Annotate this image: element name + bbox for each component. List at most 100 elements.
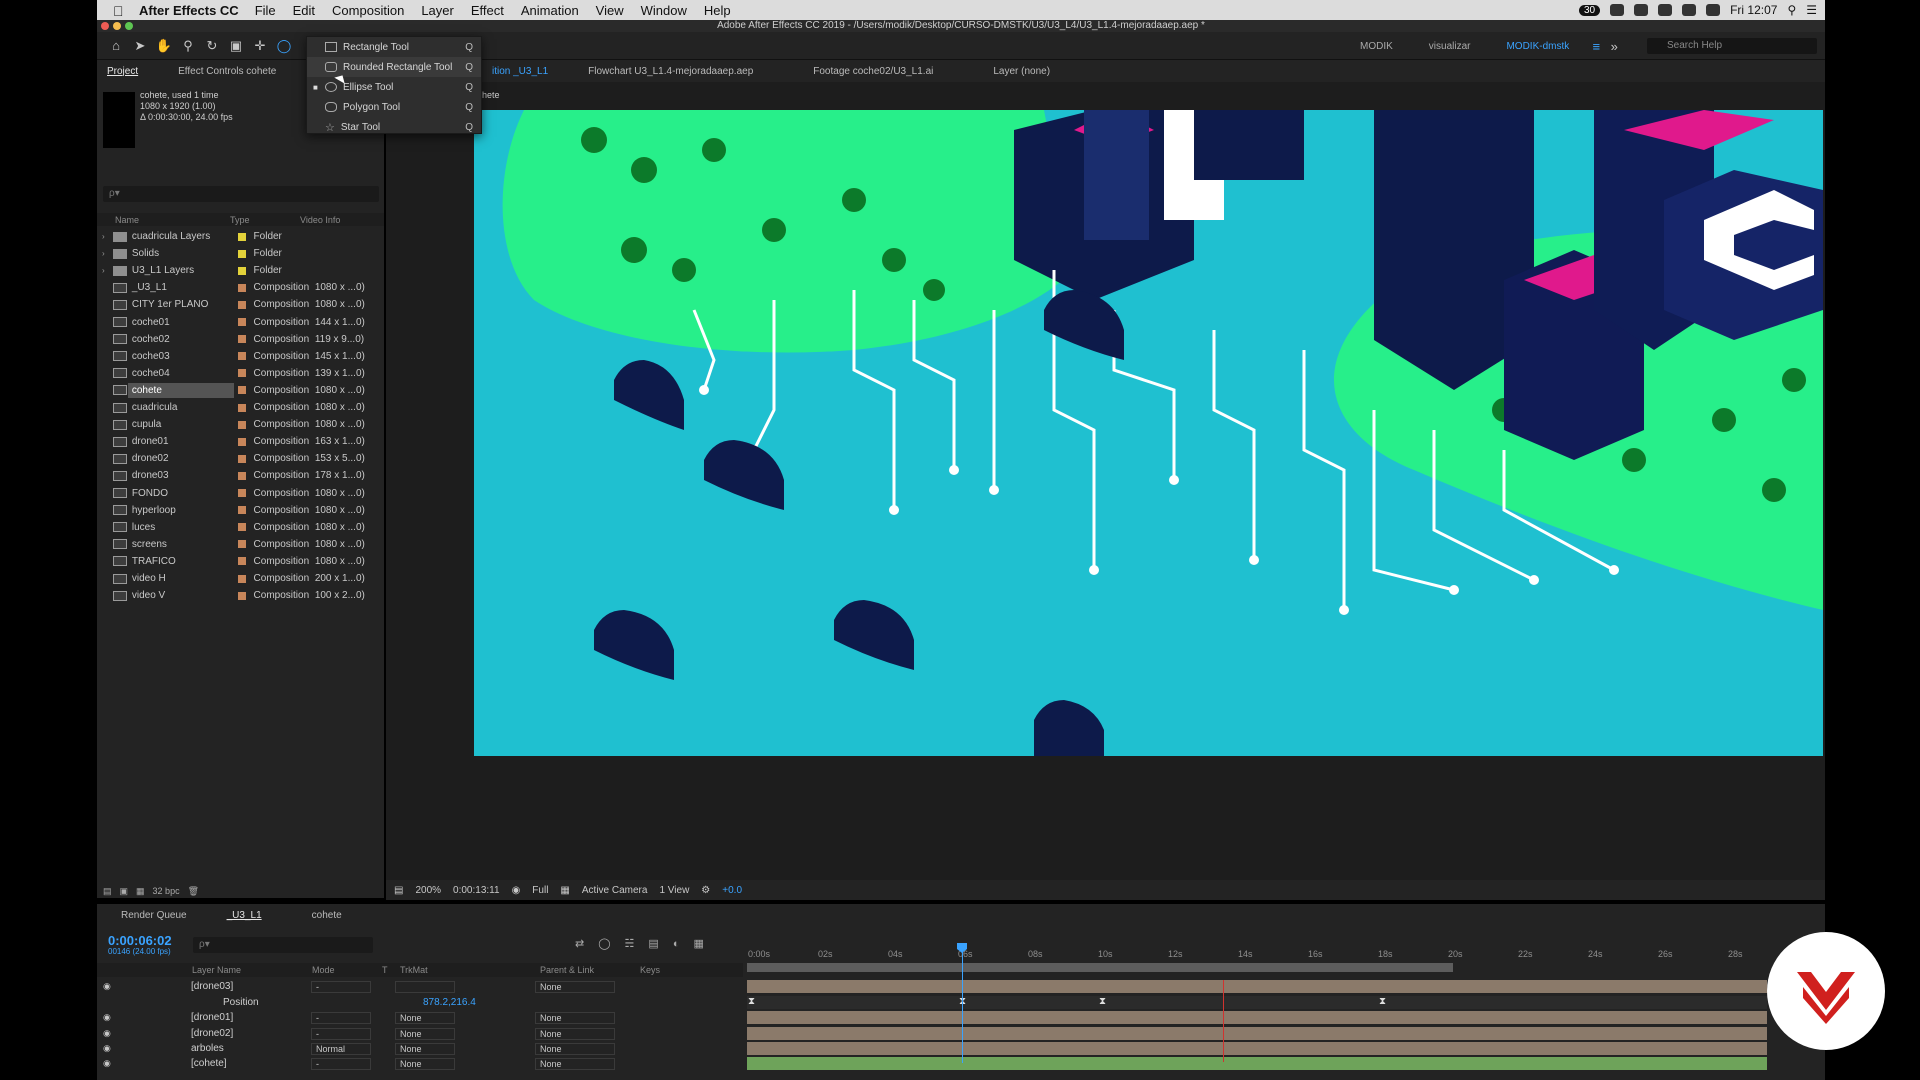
menu-layer[interactable]: Layer	[421, 3, 454, 18]
project-item-row[interactable]: CITY 1er PLANO Composition 1080 x ...0)	[97, 296, 384, 313]
rotate-tool-icon[interactable]: ↻	[203, 37, 221, 55]
label-color-swatch[interactable]	[237, 352, 246, 361]
project-item-row[interactable]: luces Composition 1080 x ...0)	[97, 519, 384, 536]
ellipse-tool-icon[interactable]: ◯	[275, 37, 293, 55]
layer-name[interactable]: [drone02]	[191, 1028, 311, 1039]
parent-dropdown[interactable]: None	[535, 1057, 615, 1070]
label-color-swatch[interactable]	[237, 557, 246, 566]
keyframe-icon[interactable]: ⧗	[1379, 997, 1387, 1007]
keyframe-icon[interactable]: ⧗	[748, 997, 756, 1007]
motion-blur-icon[interactable]: ◐	[673, 938, 680, 950]
layer-name[interactable]: [cohete]	[191, 1058, 311, 1069]
expand-arrow-icon[interactable]: ›	[102, 266, 105, 275]
project-item-row[interactable]: screens Composition 1080 x ...0)	[97, 536, 384, 553]
layer-name[interactable]: [drone03]	[191, 981, 311, 992]
project-item-row[interactable]: drone03 Composition 178 x 1...0)	[97, 467, 384, 484]
trkmat-dropdown[interactable]: None	[395, 1027, 455, 1040]
label-color-swatch[interactable]	[237, 574, 246, 583]
label-color-swatch[interactable]	[237, 591, 246, 600]
menu-view[interactable]: View	[596, 3, 624, 18]
app-menu[interactable]: After Effects CC	[139, 3, 239, 18]
camera-tool-icon[interactable]: ▣	[227, 37, 245, 55]
current-time[interactable]: 0:00:13:11	[453, 885, 500, 896]
notification-badge[interactable]: 30	[1578, 4, 1601, 16]
spotlight-icon[interactable]: ⚲	[1787, 3, 1796, 17]
blend-mode-dropdown[interactable]: -	[311, 1027, 371, 1040]
layer-duration-bar[interactable]	[747, 996, 1767, 1009]
label-color-swatch[interactable]	[237, 454, 246, 463]
work-area-bar[interactable]	[747, 963, 1453, 972]
close-window-button[interactable]	[101, 22, 109, 30]
tab-composition[interactable]: ition _U3_L1	[482, 66, 558, 77]
layer-duration-bar[interactable]	[747, 1042, 1767, 1055]
clock[interactable]: Fri 12:07	[1730, 3, 1777, 17]
visibility-eye-icon[interactable]: ◉	[103, 1058, 113, 1069]
trkmat-dropdown[interactable]: None	[395, 1011, 455, 1024]
menu-rectangle-tool[interactable]: Rectangle Tool Q	[307, 37, 481, 57]
layer-duration-bar[interactable]	[747, 1057, 1767, 1070]
workspace-menu-icon[interactable]: ≡	[1587, 37, 1605, 55]
workspace-modik[interactable]: MODIK	[1360, 41, 1393, 52]
list-icon[interactable]: ☰	[1806, 3, 1817, 17]
comp-flowchart-icon[interactable]: ⇄	[575, 937, 584, 950]
project-item-row[interactable]: cuadricula Composition 1080 x ...0)	[97, 399, 384, 416]
volume-icon[interactable]	[1706, 4, 1721, 16]
new-folder-icon[interactable]: ▣	[120, 886, 129, 897]
label-color-swatch[interactable]	[237, 300, 246, 309]
property-name[interactable]: Position	[223, 997, 343, 1008]
layer-duration-bar[interactable]	[747, 980, 1767, 993]
shy-layers-icon[interactable]: ☵	[625, 937, 635, 950]
layer-duration-bar[interactable]	[747, 1011, 1767, 1024]
home-icon[interactable]: ⌂	[107, 37, 125, 55]
project-item-row[interactable]: coche03 Composition 145 x 1...0)	[97, 348, 384, 365]
project-item-row[interactable]: drone02 Composition 153 x 5...0)	[97, 450, 384, 467]
views-dropdown[interactable]: 1 View	[659, 885, 689, 896]
camera-dropdown[interactable]: Active Camera	[582, 885, 648, 896]
menu-ellipse-tool[interactable]: ■ Ellipse Tool Q	[307, 77, 481, 97]
minimize-window-button[interactable]	[113, 22, 121, 30]
selection-tool-icon[interactable]: ➤	[131, 37, 149, 55]
parent-dropdown[interactable]: None	[535, 1027, 615, 1040]
layer-duration-bar[interactable]	[747, 1027, 1767, 1040]
layer-row[interactable]: ◉ [drone02] - None None	[97, 1026, 743, 1041]
layer-name[interactable]: arboles	[191, 1043, 311, 1054]
label-color-swatch[interactable]	[237, 506, 246, 515]
cloud-icon[interactable]	[1658, 4, 1673, 16]
col-name[interactable]: Name	[115, 215, 230, 225]
blend-mode-dropdown[interactable]: -	[311, 1057, 371, 1070]
menu-file[interactable]: File	[255, 3, 276, 18]
menu-rounded-rectangle-tool[interactable]: Rounded Rectangle Tool Q	[307, 57, 481, 77]
label-color-swatch[interactable]	[237, 335, 246, 344]
blend-mode-dropdown[interactable]: -	[311, 1011, 371, 1024]
hand-tool-icon[interactable]: ✋	[155, 37, 173, 55]
expand-arrow-icon[interactable]: ›	[102, 249, 105, 258]
parent-dropdown[interactable]: None	[535, 1042, 615, 1055]
project-item-row[interactable]: coche04 Composition 139 x 1...0)	[97, 365, 384, 382]
tab-flowchart[interactable]: Flowchart U3_L1.4-mejoradaaep.aep	[578, 66, 763, 77]
time-ruler[interactable]: 0:00s 02s 04s 06s 08s 10s 12s 14s 16s 18s 20s 22s 24…	[743, 935, 1825, 963]
pan-behind-tool-icon[interactable]: ✛	[251, 37, 269, 55]
graph-editor-icon[interactable]: ▦	[693, 937, 703, 950]
creative-cloud-icon[interactable]	[1634, 4, 1649, 16]
layer-row[interactable]: ◉ [cohete] - None None	[97, 1056, 743, 1071]
menu-polygon-tool[interactable]: Polygon Tool Q	[307, 97, 481, 117]
delete-icon[interactable]: 🗑	[188, 886, 199, 897]
col-mode[interactable]: Mode	[312, 965, 382, 975]
col-type[interactable]: Type	[230, 215, 300, 225]
project-item-row[interactable]: video V Composition 100 x 2...0)	[97, 587, 384, 604]
visibility-eye-icon[interactable]: ◉	[103, 981, 113, 992]
project-item-row[interactable]: coche01 Composition 144 x 1...0)	[97, 314, 384, 331]
parent-dropdown[interactable]: None	[535, 1011, 615, 1024]
composition-canvas[interactable]	[474, 110, 1823, 756]
layer-name[interactable]: [drone01]	[191, 1012, 311, 1023]
search-help-input[interactable]: Search Help	[1647, 38, 1817, 54]
col-keys[interactable]: Keys	[640, 965, 660, 975]
tab-project[interactable]: Project	[97, 66, 148, 77]
project-item-row[interactable]: drone01 Composition 163 x 1...0)	[97, 433, 384, 450]
project-item-row[interactable]: › cuadricula Layers Folder	[97, 228, 384, 245]
label-color-swatch[interactable]	[237, 540, 246, 549]
layer-row[interactable]: ◉ [drone01] - None None	[97, 1010, 743, 1025]
position-value[interactable]: 878.2,216.4	[423, 997, 476, 1008]
col-t[interactable]: T	[382, 965, 400, 975]
label-color-swatch[interactable]	[237, 318, 246, 326]
